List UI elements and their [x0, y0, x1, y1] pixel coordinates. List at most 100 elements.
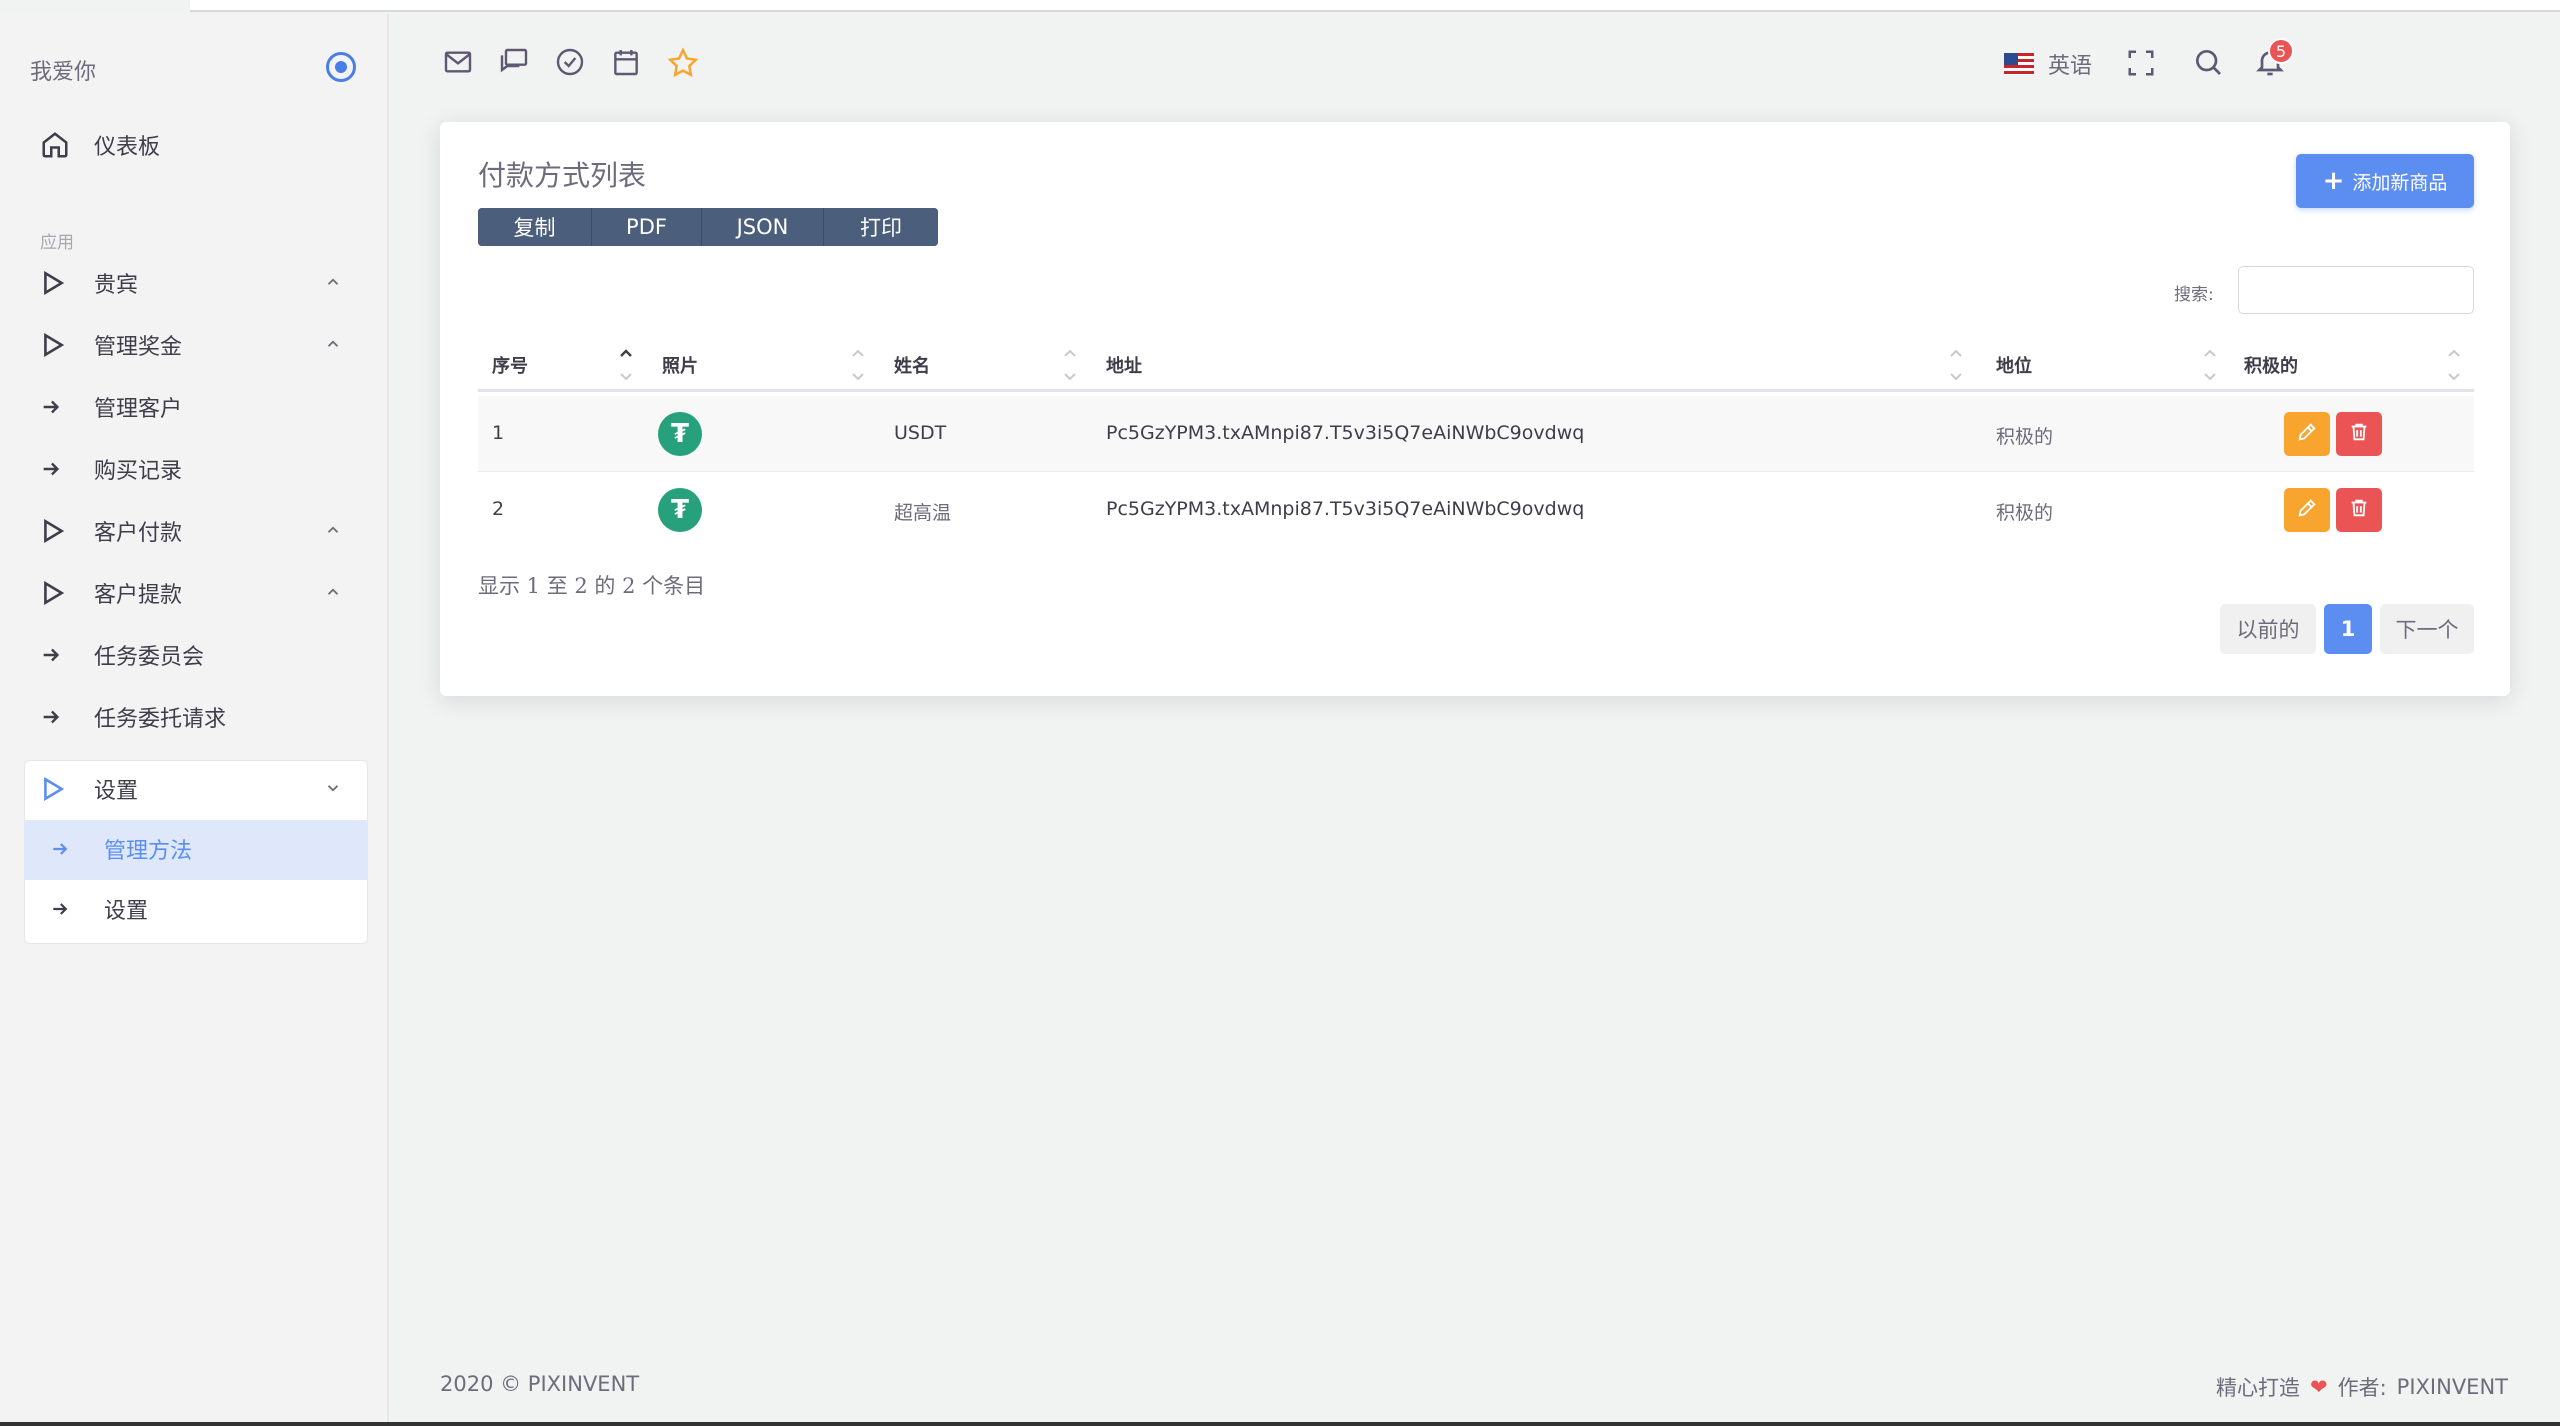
plus-icon: + — [2322, 166, 2345, 196]
sidebar-item-vip[interactable]: 贵宾 — [24, 254, 366, 312]
sidebar-item-label: 设置 — [94, 779, 139, 804]
sidebar-item-label: 设置 — [104, 899, 149, 924]
sidebar-item-customer-withdraw[interactable]: 客户提款 — [24, 564, 366, 622]
chevron-up-icon — [324, 334, 342, 359]
sidebar-item-purchases[interactable]: 购买记录 — [24, 440, 366, 498]
calendar-icon[interactable] — [610, 46, 644, 80]
search-input[interactable] — [2238, 266, 2474, 314]
footer-made-with: 精心打造 — [2215, 1376, 2300, 1400]
sort-icon[interactable] — [850, 344, 866, 384]
sidebar-item-customer-payment[interactable]: 客户付款 — [24, 502, 366, 560]
json-button[interactable]: JSON — [702, 208, 824, 246]
bottom-edge — [0, 1422, 2560, 1426]
column-header-no[interactable]: 序号 — [492, 352, 528, 378]
cell-address: Pc5GzYPM3.txAMnpi87.T5v3i5Q7eAiNWbC9ovdw… — [1106, 498, 1585, 520]
column-header-status[interactable]: 地位 — [1996, 352, 2032, 378]
sidebar-item-task-requests[interactable]: 任务委托请求 — [24, 688, 366, 746]
arrow-right-icon — [24, 706, 94, 728]
pagination-prev[interactable]: 以前的 — [2220, 604, 2316, 654]
brand-name: 我爱你 — [30, 60, 97, 85]
trash-icon — [2348, 421, 2370, 447]
footer-author-label: 作者: — [2337, 1376, 2387, 1400]
sort-icon[interactable] — [2446, 344, 2462, 384]
search-icon[interactable] — [2192, 46, 2226, 80]
sidebar-item-label: 任务委员会 — [94, 645, 205, 670]
pagination-page[interactable]: 1 — [2324, 604, 2372, 654]
arrow-right-icon — [24, 458, 94, 480]
fullscreen-icon[interactable] — [2126, 48, 2160, 82]
footer-author[interactable]: PIXINVENT — [2397, 1375, 2508, 1399]
edit-button[interactable] — [2284, 488, 2330, 532]
cell-no: 1 — [492, 422, 505, 444]
sidebar-item-dashboard[interactable]: 仪表板 — [24, 116, 366, 174]
edit-button[interactable] — [2284, 412, 2330, 456]
sort-icon[interactable] — [1062, 344, 1078, 384]
mail-icon[interactable] — [442, 46, 476, 80]
pencil-icon — [2296, 421, 2318, 447]
table-row: 2 ₮ 超高温 Pc5GzYPM3.txAMnpi87.T5v3i5Q7eAiN… — [478, 472, 2474, 548]
cell-status: 积极的 — [1996, 426, 2054, 448]
play-triangle-icon — [24, 579, 94, 607]
sidebar-item-label: 管理客户 — [94, 397, 183, 422]
sidebar-item-customers[interactable]: 管理客户 — [24, 378, 366, 436]
delete-button[interactable] — [2336, 488, 2382, 532]
cell-name: USDT — [894, 422, 947, 444]
play-triangle-icon — [24, 517, 94, 545]
search-label: 搜索: — [2174, 285, 2214, 305]
check-circle-icon[interactable] — [554, 46, 588, 80]
sort-icon[interactable] — [2202, 344, 2218, 384]
chat-icon[interactable] — [498, 46, 532, 80]
cell-name: 超高温 — [894, 502, 952, 524]
sidebar-subitem-settings[interactable]: 设置 — [34, 880, 376, 938]
add-new-button[interactable]: + 添加新商品 — [2296, 154, 2474, 208]
sidebar-item-label: 管理方法 — [104, 839, 193, 864]
sort-icon[interactable] — [1948, 344, 1964, 384]
star-icon[interactable] — [666, 46, 700, 80]
delete-button[interactable] — [2336, 412, 2382, 456]
pencil-icon — [2296, 497, 2318, 523]
sidebar: 我爱你 仪表板 应用 贵宾 管理奖金 管理客户 购买记录 客户付款 客户提款 任… — [0, 14, 389, 1424]
export-button-group: 复制 PDF JSON 打印 — [478, 208, 938, 246]
chevron-down-icon — [324, 778, 342, 803]
arrow-right-icon — [34, 899, 104, 919]
arrow-right-icon — [34, 839, 104, 859]
arrow-right-icon — [24, 644, 94, 666]
sidebar-item-label: 仪表板 — [94, 135, 161, 160]
copy-button[interactable]: 复制 — [478, 208, 592, 246]
column-header-address[interactable]: 地址 — [1106, 352, 1142, 378]
cell-status: 积极的 — [1996, 502, 2054, 524]
table-row: 1 ₮ USDT Pc5GzYPM3.txAMnpi87.T5v3i5Q7eAi… — [478, 396, 2474, 472]
language-selector[interactable]: 英语 — [2004, 48, 2092, 80]
pdf-button[interactable]: PDF — [592, 208, 702, 246]
print-button[interactable]: 打印 — [824, 208, 938, 246]
sidebar-item-settings[interactable]: 设置 — [24, 760, 366, 818]
sidebar-item-label: 管理奖金 — [94, 335, 183, 360]
column-header-actions[interactable]: 积极的 — [2244, 352, 2298, 378]
chevron-up-icon — [324, 272, 342, 297]
table-header: 序号 照片 姓名 地址 地位 积极的 — [478, 340, 2474, 392]
sidebar-toggle-icon[interactable] — [326, 52, 356, 82]
language-label: 英语 — [2048, 54, 2093, 79]
sidebar-item-task-committee[interactable]: 任务委员会 — [24, 626, 366, 684]
home-icon — [24, 130, 94, 160]
footer-copyright: 2020 © PIXINVENT — [440, 1372, 640, 1396]
chevron-up-icon — [324, 582, 342, 607]
chevron-up-icon — [324, 520, 342, 545]
add-new-label: 添加新商品 — [2352, 171, 2448, 194]
notification-badge: 5 — [2268, 38, 2294, 64]
sort-asc-icon[interactable] — [618, 344, 634, 384]
pagination-next[interactable]: 下一个 — [2380, 604, 2474, 654]
sidebar-item-bonus[interactable]: 管理奖金 — [24, 316, 366, 374]
trash-icon — [2348, 497, 2370, 523]
column-header-photo[interactable]: 照片 — [662, 352, 698, 378]
us-flag-icon — [2004, 53, 2034, 75]
footer-credits: 精心打造 ❤ 作者: PIXINVENT — [2216, 1372, 2508, 1402]
column-header-name[interactable]: 姓名 — [894, 352, 930, 378]
play-triangle-icon — [24, 331, 94, 359]
cell-no: 2 — [492, 498, 505, 520]
sidebar-subitem-manage-methods[interactable]: 管理方法 — [34, 820, 376, 878]
payment-methods-card: 付款方式列表 复制 PDF JSON 打印 + 添加新商品 搜索: 序号 照片 … — [440, 122, 2510, 696]
tether-icon: ₮ — [658, 488, 702, 532]
sidebar-item-label: 任务委托请求 — [94, 707, 227, 732]
sidebar-section-label: 应用 — [40, 233, 74, 253]
